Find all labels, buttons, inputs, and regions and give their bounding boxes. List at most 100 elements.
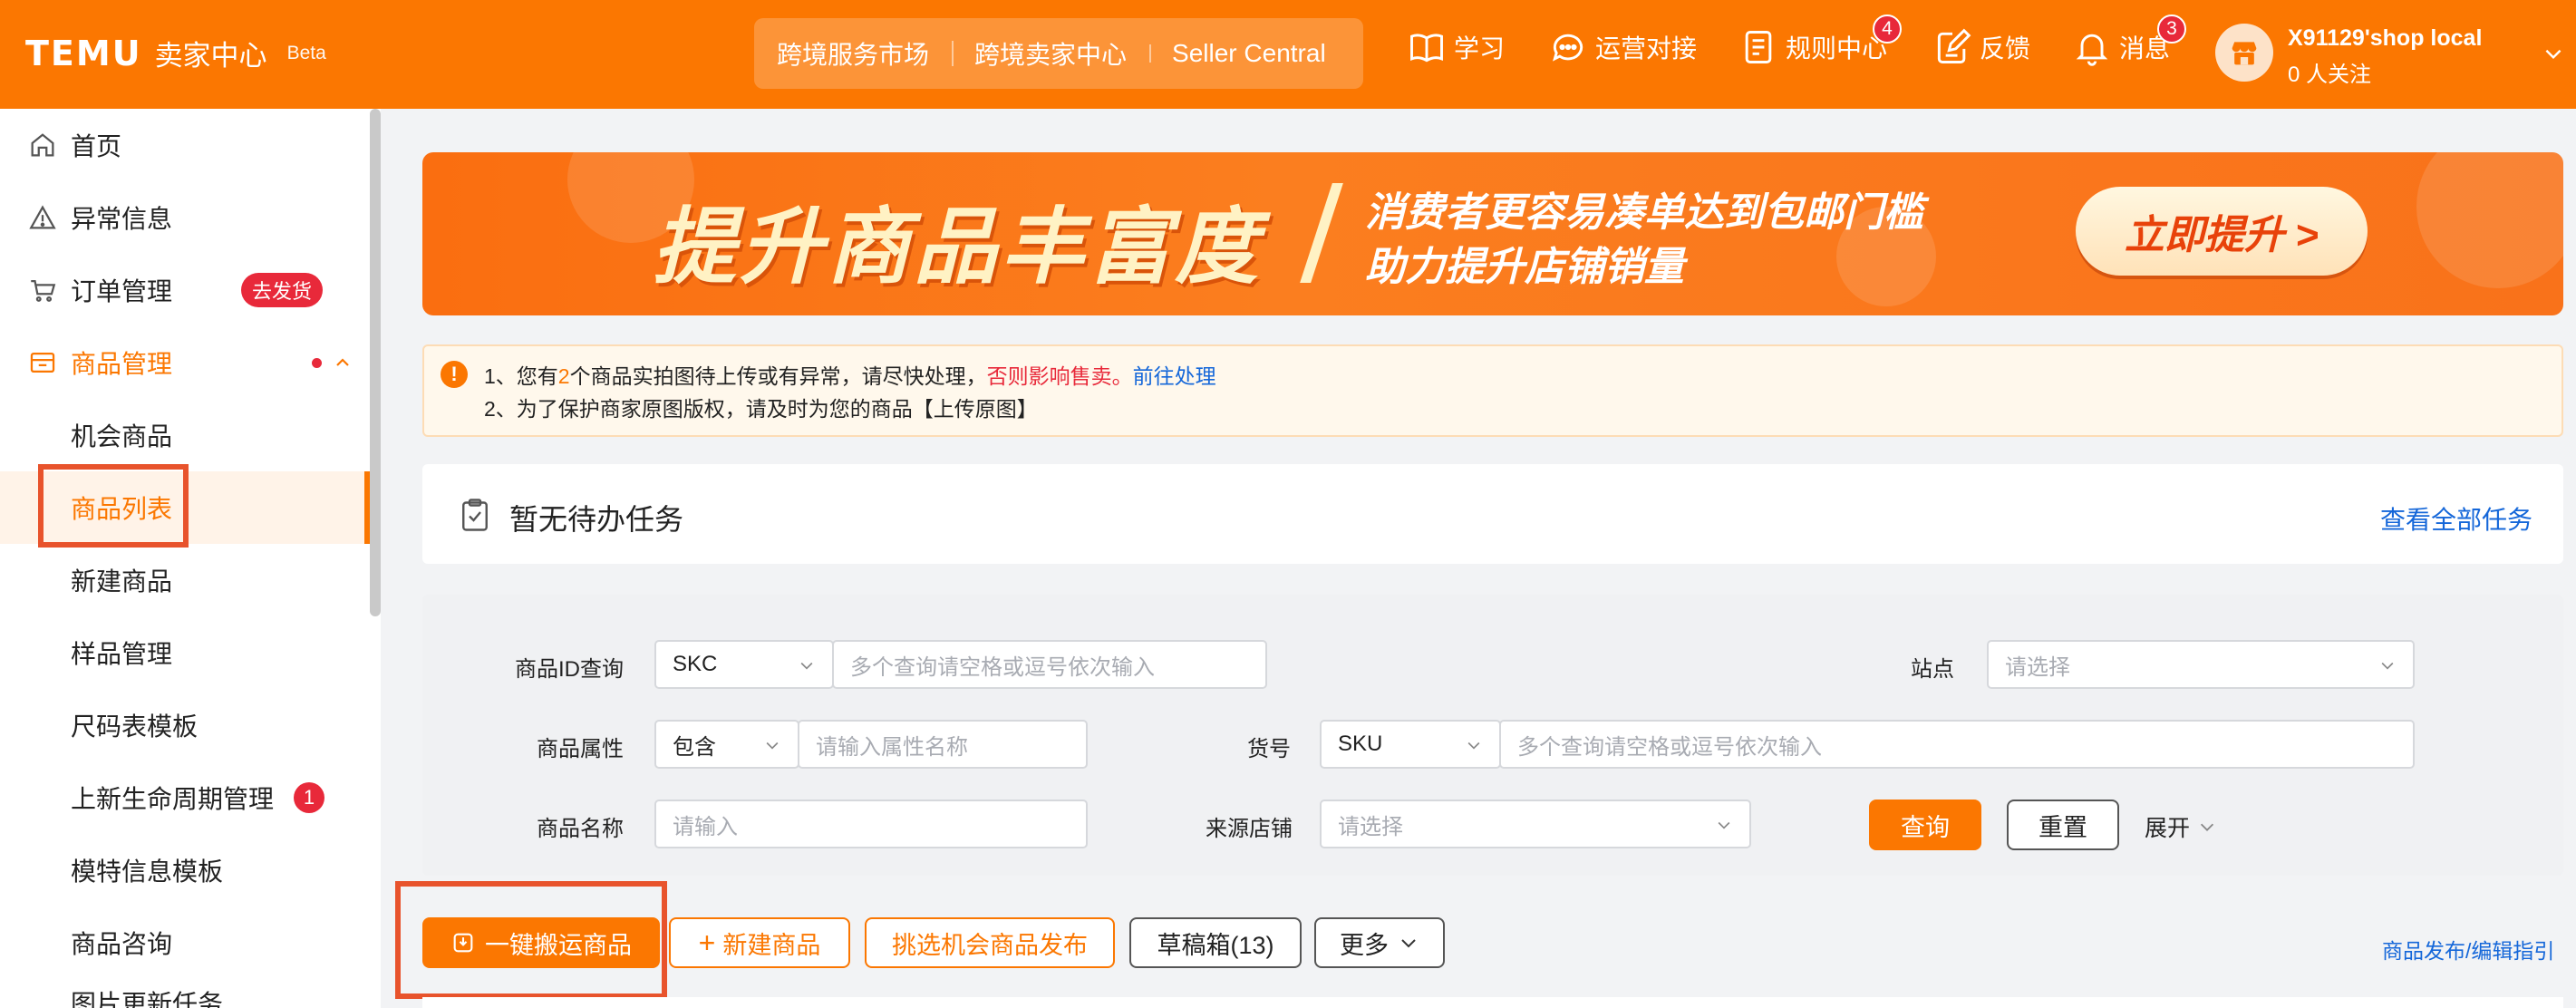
ops-link[interactable]: 运营对接 xyxy=(1548,27,1697,67)
sidebar-item-label: 机会商品 xyxy=(71,422,173,451)
nav-seller-central[interactable]: Seller Central xyxy=(1149,39,1349,68)
product-id-input[interactable]: 多个查询请空格或逗号依次输入 xyxy=(832,640,1267,689)
document-icon xyxy=(1745,31,1772,63)
rules-link[interactable]: 规则中心 4 xyxy=(1738,15,1902,67)
drafts-button[interactable]: 草稿箱(13) xyxy=(1129,917,1302,968)
input-placeholder: 多个查询请空格或逗号依次输入 xyxy=(1517,734,1822,760)
sidebar-item-image-tasks[interactable]: 图片更新任务 xyxy=(0,979,370,1008)
brand[interactable]: TEMU 卖家中心 Beta xyxy=(25,33,326,73)
task-title: 暂无待办任务 xyxy=(509,503,684,536)
input-placeholder: 请输入 xyxy=(673,814,738,839)
sidebar: 首页 异常信息 订单管理 去发货 商品管理 机会商品 商品列表 新建商品 样品管… xyxy=(0,109,381,1008)
top-header: TEMU 卖家中心 Beta 跨境服务市场 跨境卖家中心 Seller Cent… xyxy=(0,0,2576,109)
shop-avatar[interactable] xyxy=(2215,24,2273,82)
rules-badge: 4 xyxy=(1873,15,1902,44)
item-number-label: 货号 xyxy=(1247,737,1291,761)
select-value: 包含 xyxy=(673,734,716,760)
banner-title: 提升商品丰富度 xyxy=(653,201,1263,294)
notice-bar: ! 1、您有2个商品实拍图待上传或有异常，请尽快处理，否则影响售卖。前往处理 2… xyxy=(422,344,2563,437)
query-button[interactable]: 查询 xyxy=(1869,800,1981,850)
learn-link[interactable]: 学习 xyxy=(1407,27,1505,67)
sidebar-item-label: 样品管理 xyxy=(71,640,173,668)
publish-guide-link[interactable]: 商品发布/编辑指引 xyxy=(2382,934,2554,964)
nav-service-market[interactable]: 跨境服务市场 xyxy=(754,35,952,72)
task-card: 暂无待办任务 查看全部任务 xyxy=(422,464,2563,564)
sidebar-item-lifecycle[interactable]: 上新生命周期管理 1 xyxy=(0,761,370,834)
input-placeholder: 多个查询请空格或逗号依次输入 xyxy=(850,654,1155,680)
banner-line-1: 消费者更容易凑单达到包邮门槛 xyxy=(1365,190,1923,235)
sidebar-item-new-product[interactable]: 新建商品 xyxy=(0,544,370,616)
notice-action-link[interactable]: 前往处理 xyxy=(1133,364,1216,388)
account-name[interactable]: X91129'shop local xyxy=(2288,25,2482,52)
notice-line-1: 1、您有2个商品实拍图待上传或有异常，请尽快处理，否则影响售卖。前往处理 xyxy=(484,359,1216,390)
feedback-label: 反馈 xyxy=(1980,34,2031,63)
notice-text: 个商品实拍图待上传或有异常，请尽快处理， xyxy=(569,364,987,388)
messages-link[interactable]: 消息 3 xyxy=(2072,15,2186,67)
sidebar-scrollbar[interactable] xyxy=(370,109,381,616)
clipboard-check-icon xyxy=(462,499,488,531)
sidebar-item-model-template[interactable]: 模特信息模板 xyxy=(0,834,370,906)
filter-panel: 商品ID查询 SKC 多个查询请空格或逗号依次输入 站点 请选择 商品属性 包含… xyxy=(422,595,2563,876)
shop-icon xyxy=(2232,42,2257,65)
temu-logo: TEMU xyxy=(25,33,142,73)
sidebar-item-consultation[interactable]: 商品咨询 xyxy=(0,906,370,979)
sidebar-item-label: 新建商品 xyxy=(71,567,173,596)
source-shop-select[interactable]: 请选择 xyxy=(1320,800,1751,848)
highlight-one-click-move xyxy=(395,881,667,999)
chevron-down-icon[interactable] xyxy=(2542,42,2565,65)
box-icon xyxy=(30,352,55,373)
expand-button[interactable]: 展开 xyxy=(2145,810,2217,843)
sidebar-item-label: 尺码表模板 xyxy=(71,712,199,741)
chevron-up-icon[interactable] xyxy=(332,352,353,373)
cart-icon xyxy=(31,279,56,302)
bell-icon xyxy=(2076,34,2108,66)
product-name-label: 商品名称 xyxy=(537,817,624,841)
pick-opportunity-button[interactable]: 挑选机会商品发布 xyxy=(865,917,1115,968)
sidebar-item-home[interactable]: 首页 xyxy=(0,109,370,181)
plus-icon: + xyxy=(698,926,716,959)
ship-badge: 去发货 xyxy=(241,273,324,307)
promo-banner[interactable]: 提升商品丰富度 消费者更容易凑单达到包邮门槛 助力提升店铺销量 立即提升 > xyxy=(422,152,2563,315)
table-area-top xyxy=(422,997,2563,1008)
button-label: 新建商品 xyxy=(722,931,821,959)
sidebar-item-samples[interactable]: 样品管理 xyxy=(0,616,370,689)
select-value: SKU xyxy=(1338,732,1383,756)
nav-cross-border-seller[interactable]: 跨境卖家中心 xyxy=(952,35,1149,72)
site-select[interactable]: 请选择 xyxy=(1987,640,2415,689)
reset-button[interactable]: 重置 xyxy=(2007,800,2119,850)
view-all-tasks-link[interactable]: 查看全部任务 xyxy=(2380,500,2532,537)
chevron-down-icon xyxy=(1467,741,1480,750)
highlight-product-list xyxy=(38,464,189,548)
sidebar-item-size-chart[interactable]: 尺码表模板 xyxy=(0,689,370,761)
banner-line-2: 助力提升店铺销量 xyxy=(1365,245,1684,289)
sidebar-item-opportunity-products[interactable]: 机会商品 xyxy=(0,399,370,471)
learn-label: 学习 xyxy=(1454,34,1506,63)
ops-label: 运营对接 xyxy=(1595,34,1698,63)
expand-label: 展开 xyxy=(2145,816,2191,841)
banner-divider xyxy=(1300,183,1343,283)
site-label: 站点 xyxy=(1911,657,1954,682)
more-button[interactable]: 更多 xyxy=(1314,917,1445,968)
banner-cta-button[interactable]: 立即提升 > xyxy=(2076,187,2368,276)
rules-label: 规则中心 xyxy=(1786,34,1888,63)
sidebar-item-product-management[interactable]: 商品管理 xyxy=(0,326,370,399)
sidebar-item-exceptions[interactable]: 异常信息 xyxy=(0,181,370,254)
account-followers: 0 人关注 xyxy=(2288,63,2372,87)
edit-icon xyxy=(1937,28,1971,63)
item-number-type-select[interactable]: SKU xyxy=(1320,720,1501,769)
item-number-input[interactable]: 多个查询请空格或逗号依次输入 xyxy=(1499,720,2415,769)
feedback-link[interactable]: 反馈 xyxy=(1932,27,2030,67)
product-id-type-select[interactable]: SKC xyxy=(654,640,834,689)
source-shop-label: 来源店铺 xyxy=(1206,817,1293,841)
home-icon xyxy=(31,133,54,157)
attribute-input[interactable]: 请输入属性名称 xyxy=(798,720,1088,769)
messages-badge: 3 xyxy=(2157,15,2186,44)
sidebar-item-orders[interactable]: 订单管理 去发货 xyxy=(0,254,370,326)
attribute-mode-select[interactable]: 包含 xyxy=(654,720,799,769)
chevron-down-icon xyxy=(2381,662,2394,670)
product-name-input[interactable]: 请输入 xyxy=(654,800,1088,848)
notification-dot xyxy=(312,357,322,368)
chevron-down-icon xyxy=(1718,821,1730,829)
sidebar-item-label: 图片更新任务 xyxy=(71,990,224,1008)
new-product-button[interactable]: + 新建商品 xyxy=(669,917,850,968)
